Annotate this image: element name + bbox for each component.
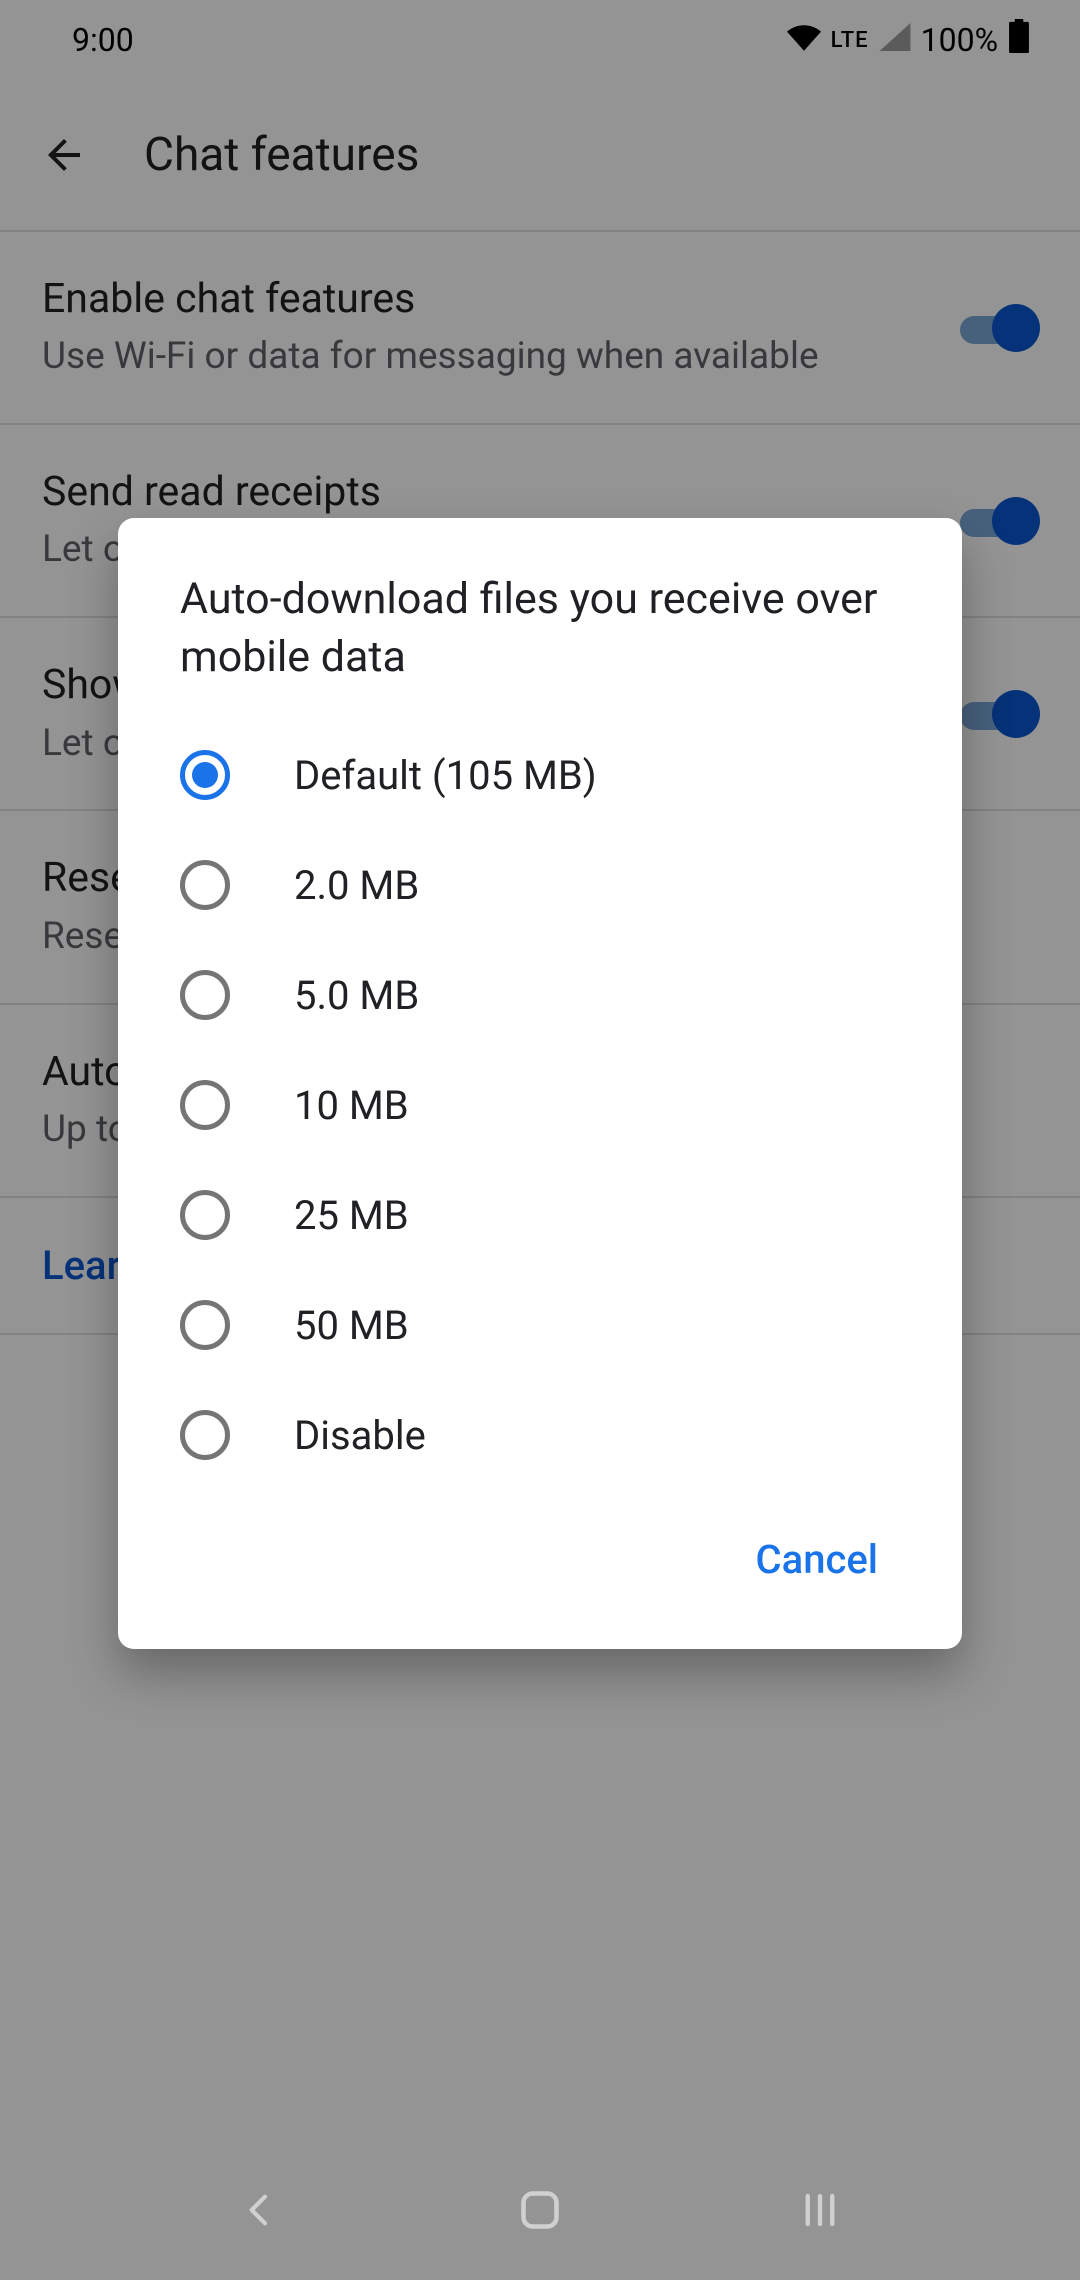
nav-recents-icon[interactable] <box>790 2180 850 2240</box>
radio-option-2mb[interactable]: 2.0 MB <box>118 830 962 940</box>
navigation-bar <box>0 2140 1080 2280</box>
radio-label: 25 MB <box>294 1192 409 1239</box>
radio-option-25mb[interactable]: 25 MB <box>118 1160 962 1270</box>
radio-label: 2.0 MB <box>294 862 419 909</box>
radio-option-50mb[interactable]: 50 MB <box>118 1270 962 1380</box>
radio-icon <box>180 1190 230 1240</box>
radio-label: 5.0 MB <box>294 972 419 1019</box>
radio-option-5mb[interactable]: 5.0 MB <box>118 940 962 1050</box>
radio-icon <box>180 970 230 1020</box>
nav-home-icon[interactable] <box>510 2180 570 2240</box>
radio-option-disable[interactable]: Disable <box>118 1380 962 1490</box>
dialog-title: Auto-download files you receive over mob… <box>118 570 962 686</box>
cancel-button[interactable]: Cancel <box>732 1520 902 1599</box>
radio-option-default[interactable]: Default (105 MB) <box>118 720 962 830</box>
auto-download-dialog: Auto-download files you receive over mob… <box>118 518 962 1649</box>
dialog-actions: Cancel <box>118 1490 962 1619</box>
radio-icon <box>180 750 230 800</box>
radio-icon <box>180 1080 230 1130</box>
radio-option-10mb[interactable]: 10 MB <box>118 1050 962 1160</box>
radio-label: Disable <box>294 1412 426 1459</box>
nav-back-icon[interactable] <box>230 2180 290 2240</box>
radio-icon <box>180 1300 230 1350</box>
radio-label: 50 MB <box>294 1302 409 1349</box>
dialog-scrim[interactable]: Auto-download files you receive over mob… <box>0 0 1080 2280</box>
radio-list: Default (105 MB) 2.0 MB 5.0 MB 10 MB 25 … <box>118 720 962 1490</box>
radio-label: 10 MB <box>294 1082 409 1129</box>
radio-icon <box>180 1410 230 1460</box>
radio-icon <box>180 860 230 910</box>
radio-label: Default (105 MB) <box>294 752 597 799</box>
